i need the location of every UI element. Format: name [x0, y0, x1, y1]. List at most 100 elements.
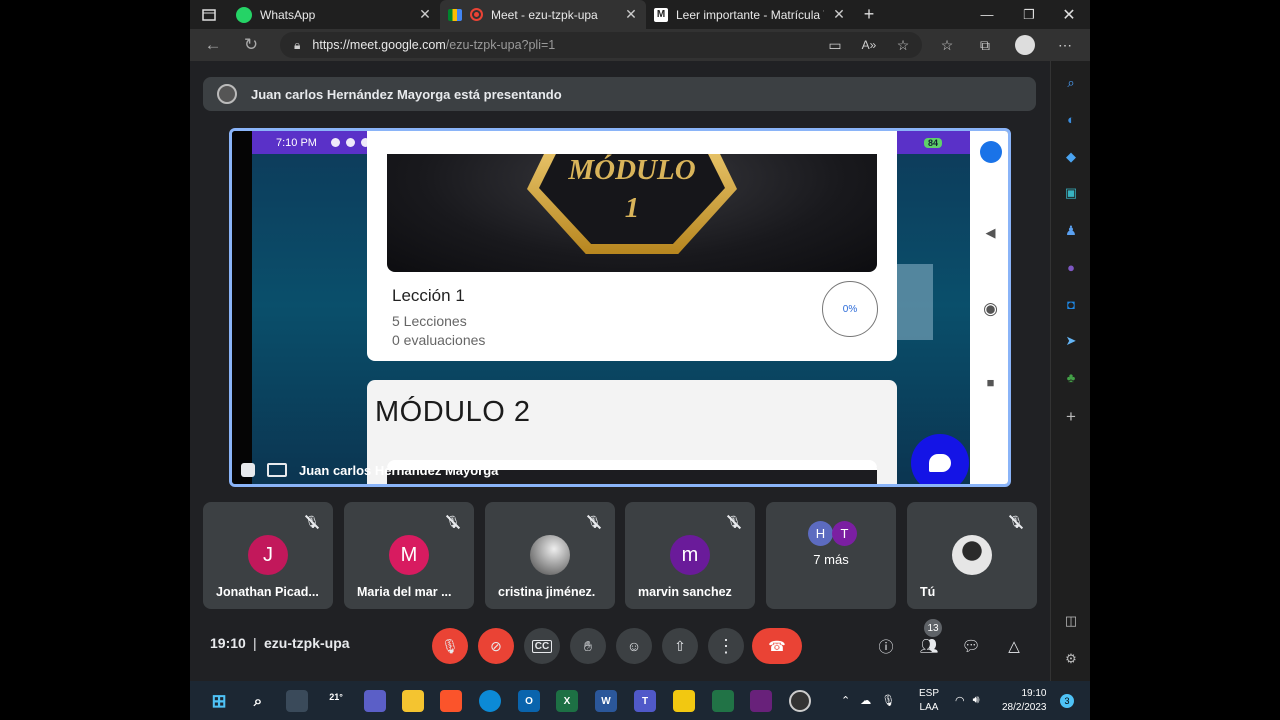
language-indicator[interactable]: ESP LAA [919, 681, 939, 720]
weather-icon[interactable]: 21° [325, 686, 347, 708]
refresh-icon[interactable]: ↻ [232, 29, 270, 61]
chevron-up-icon[interactable]: ⌃ [841, 694, 850, 707]
more-menu-icon[interactable]: ⋯ [1050, 29, 1080, 61]
brave-icon[interactable] [440, 690, 462, 712]
presenter-overlay: Juan carlos Hernández Mayorga [232, 453, 832, 484]
clock-area[interactable]: 19:10 28/2/2023 [1002, 681, 1047, 720]
close-tab-icon[interactable]: ✕ [418, 6, 432, 23]
outlook-icon[interactable]: O [518, 690, 540, 712]
file-explorer-icon[interactable] [402, 690, 424, 712]
tab-whatsapp[interactable]: WhatsApp ✕ [228, 0, 440, 29]
mic-off-icon: 🎙︎ [441, 637, 459, 654]
avatar: J [248, 535, 288, 575]
tab-meet[interactable]: Meet - ezu-tzpk-upa ✕ [440, 0, 646, 29]
network-volume[interactable]: ◠ 🔊︎ [955, 681, 980, 720]
shopping-icon[interactable]: ◆ [1061, 147, 1081, 167]
participant-tile[interactable]: 🎙︎ m marvin sanchez [625, 502, 755, 609]
add-icon[interactable]: + [1061, 407, 1081, 427]
settings-icon[interactable]: ⚙ [1061, 649, 1081, 669]
meeting-info-button[interactable]: ⓘ [871, 631, 901, 661]
participant-tile[interactable]: 🎙︎ M Maria del mar ... [344, 502, 474, 609]
back-icon[interactable]: ← [194, 29, 232, 61]
more-options-button[interactable]: ⋮ [708, 628, 744, 664]
start-icon[interactable]: ⊞ [208, 690, 230, 712]
new-tab-icon[interactable]: + [854, 0, 884, 29]
powerbi-icon[interactable] [673, 690, 695, 712]
leave-call-button[interactable]: ☎︎ [752, 628, 802, 664]
wifi-icon: ◠ [955, 695, 965, 707]
present-button[interactable]: ⇧ [662, 628, 698, 664]
tab-actions-icon[interactable] [190, 0, 228, 29]
recents-square-icon[interactable]: ■ [970, 375, 1008, 390]
taskbar-date: 28/2/2023 [1002, 701, 1047, 713]
lesson-count: 5 Lecciones [392, 313, 467, 329]
participant-tile[interactable]: 🎙︎ J Jonathan Picad... [203, 502, 333, 609]
close-window-icon[interactable]: ✕ [1048, 0, 1090, 29]
tree-icon[interactable]: ♣ [1061, 367, 1081, 387]
obs-icon[interactable] [789, 690, 811, 712]
people-button[interactable]: 👥︎ 13 [914, 619, 944, 661]
screen-share-stage: 7:10 PM 84 MÓDULO 1 Lección 1 5 Leccione… [229, 128, 1011, 487]
minimize-icon[interactable]: — [966, 0, 1008, 29]
close-tab-icon[interactable]: ✕ [624, 6, 638, 23]
home-circle-icon[interactable]: ◉ [970, 299, 1008, 319]
background-decoration [897, 264, 933, 340]
tab-matricula[interactable]: M Leer importante - Matrícula Virtu ✕ [646, 0, 854, 29]
evaluation-count: 0 evaluaciones [392, 332, 486, 348]
module-1-card[interactable]: MÓDULO 1 Lección 1 5 Lecciones 0 evaluac… [367, 131, 897, 361]
chat-button[interactable]: 💬︎ [956, 631, 986, 661]
meet-icon [448, 8, 462, 21]
teams-chat-icon[interactable] [364, 690, 386, 712]
cloud-icon[interactable]: ☁ [860, 694, 871, 707]
notification-center[interactable]: 3 [1060, 681, 1074, 720]
smile-icon: ☺ [626, 638, 642, 654]
address-bar: ← ↻ 🔒︎ https://meet.google.com/ezu-tzpk-… [190, 29, 1090, 61]
more-participants-tile[interactable]: H T 7 más [766, 502, 896, 609]
collections-icon[interactable]: ⧉ [970, 29, 1000, 61]
office-icon[interactable]: ● [1061, 257, 1081, 277]
split-screen-icon[interactable]: ◫ [1061, 611, 1081, 631]
close-tab-icon[interactable]: ✕ [832, 6, 846, 23]
favorites-icon[interactable]: ☆ [932, 29, 962, 61]
camera-icon[interactable]: ▭ [820, 29, 850, 61]
camera-off-button[interactable]: ⊘ [478, 628, 514, 664]
excel-alt-icon[interactable] [712, 690, 734, 712]
edge-icon[interactable] [479, 690, 501, 712]
tab-label: Meet - ezu-tzpk-upa [491, 7, 598, 22]
teams-icon[interactable]: T [634, 690, 656, 712]
profile-avatar-icon[interactable] [1010, 29, 1040, 61]
self-tile[interactable]: 🎙︎ Tú [907, 502, 1037, 609]
reactions-button[interactable]: ☺ [616, 628, 652, 664]
tools-icon[interactable]: ▣ [1061, 183, 1081, 203]
assistant-icon[interactable] [970, 141, 1008, 166]
tab-bar: WhatsApp ✕ Meet - ezu-tzpk-upa ✕ M Leer … [190, 0, 1090, 29]
app-background: MÓDULO 1 Lección 1 5 Lecciones 0 evaluac… [252, 131, 970, 484]
battery-badge: 84 [923, 137, 942, 148]
avatar-initial: M [400, 543, 418, 566]
captions-button[interactable]: CC [524, 628, 560, 664]
maximize-icon[interactable]: ❐ [1008, 0, 1050, 29]
read-aloud-icon[interactable]: A» [854, 29, 884, 61]
raise-hand-button[interactable]: ✋︎ [570, 628, 606, 664]
add-favorite-icon[interactable]: ☆ [888, 29, 918, 61]
send-icon[interactable]: ➤ [1061, 331, 1081, 351]
back-triangle-icon[interactable]: ◀ [970, 225, 1008, 241]
bing-chat-icon[interactable]: ◐ [1061, 109, 1081, 129]
participant-tile[interactable]: 🎙︎ cristina jiménez. [485, 502, 615, 609]
excel-icon[interactable]: X [556, 690, 578, 712]
search-icon[interactable]: ⌕ [1061, 73, 1081, 93]
search-icon[interactable]: ⌕ [247, 690, 269, 712]
pin-icon[interactable] [241, 463, 255, 477]
outlook-icon[interactable]: ◘ [1061, 294, 1081, 314]
present-screen-icon [267, 463, 287, 477]
task-view-icon[interactable] [286, 690, 308, 712]
word-icon[interactable]: W [595, 690, 617, 712]
chat-fab-button[interactable] [911, 434, 969, 484]
mic-off-button[interactable]: 🎙︎ [432, 628, 468, 664]
mic-icon[interactable]: 🎙︎ [881, 694, 895, 707]
visual-studio-icon[interactable] [750, 690, 772, 712]
games-icon[interactable]: ♟ [1061, 221, 1081, 241]
activities-button[interactable]: △ [999, 631, 1029, 661]
separator: | [253, 635, 257, 651]
participant-name: Jonathan Picad... [216, 585, 319, 599]
